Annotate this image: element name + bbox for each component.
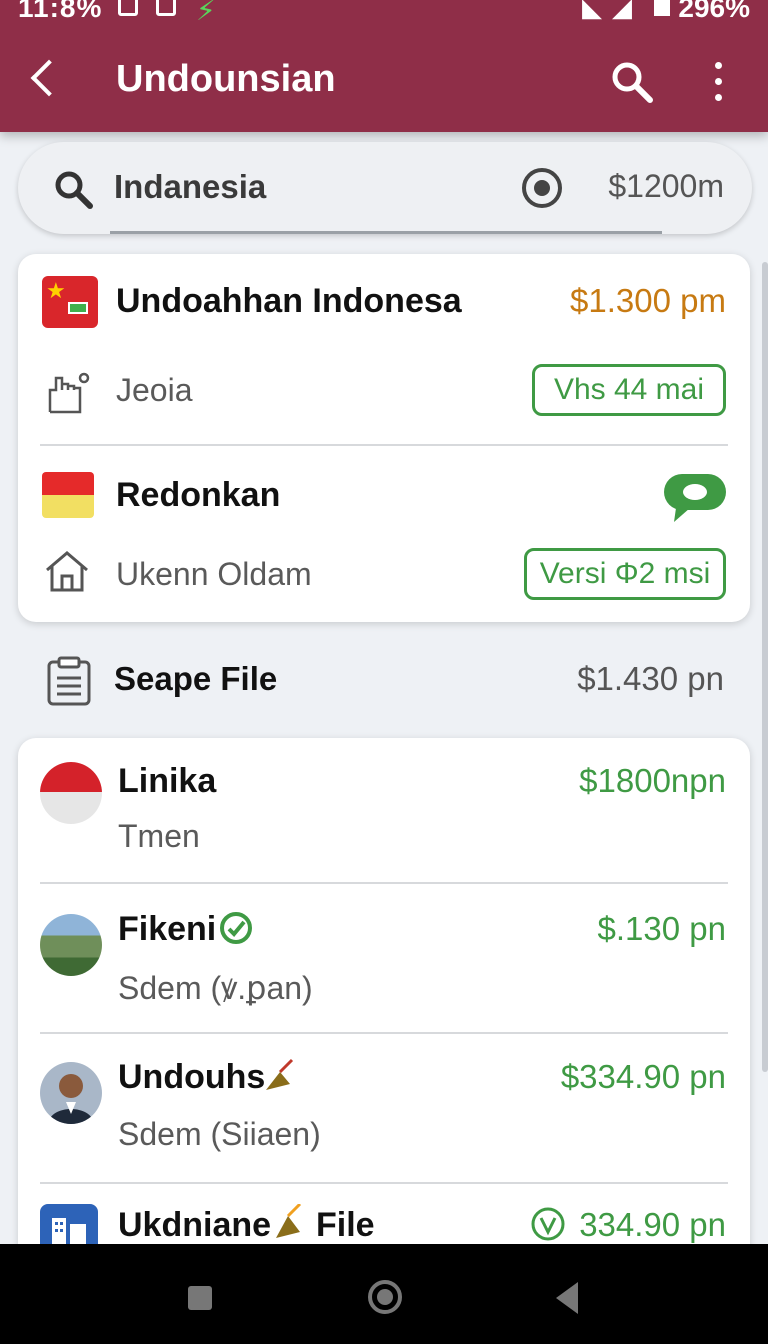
currency-circle-icon bbox=[530, 1206, 566, 1242]
battery-icon bbox=[654, 0, 670, 16]
list-item-subtitle: Sdem (ꝟ.ꝑan) bbox=[118, 970, 313, 1006]
status-battery: 296% bbox=[678, 0, 750, 23]
card-title-2[interactable]: Redonkan bbox=[116, 476, 280, 515]
version-badge-2[interactable]: Versi Φ2 msi bbox=[524, 548, 726, 600]
list-item-subtitle: Tmen bbox=[118, 818, 200, 854]
home-icon bbox=[44, 550, 90, 592]
item-avatar bbox=[40, 914, 102, 976]
search-input[interactable] bbox=[114, 162, 494, 212]
list-item-title-2: File bbox=[316, 1206, 375, 1244]
red-flag-icon: ★ bbox=[42, 276, 98, 328]
app-bar: 11:8% ⚡ ◣ ◢ 296% Undounsian bbox=[0, 0, 768, 132]
search-underline bbox=[110, 231, 662, 234]
search-field-icon bbox=[52, 168, 96, 212]
search-price: $1200m bbox=[608, 168, 724, 204]
divider bbox=[40, 1182, 728, 1184]
status-time: 11:8% bbox=[18, 0, 103, 23]
charging-icon: ⚡ bbox=[196, 0, 216, 26]
party-icon bbox=[262, 1058, 296, 1094]
chat-bubble-icon[interactable] bbox=[662, 472, 728, 524]
divider bbox=[40, 444, 728, 446]
clipboard-icon bbox=[46, 656, 92, 706]
list-item-title[interactable]: Ukdniane bbox=[118, 1206, 271, 1245]
list-item-subtitle: Sdem (Siiaen) bbox=[118, 1116, 321, 1152]
search-bar[interactable]: $1200m bbox=[18, 142, 752, 234]
home-button[interactable] bbox=[368, 1280, 402, 1314]
scrollbar[interactable] bbox=[762, 262, 768, 1072]
list-item-amount: $.130 pn bbox=[597, 910, 726, 947]
wifi-icon: ◣ bbox=[582, 0, 602, 22]
page-title: Undounsian bbox=[116, 58, 336, 100]
section-title[interactable]: Seape File bbox=[114, 660, 277, 698]
signal-icon: ◢ bbox=[612, 0, 632, 22]
item-avatar bbox=[40, 762, 102, 824]
indonesia-flag-icon bbox=[42, 472, 94, 518]
summary-card: ★ Undoahhan Indonesa $1.300 pm Jeoia Vhs… bbox=[18, 254, 750, 622]
list-item-title[interactable]: Linika bbox=[118, 762, 216, 801]
list-item-amount: $334.90 pn bbox=[560, 1058, 726, 1095]
notification-icon-2 bbox=[156, 0, 176, 16]
transactions-card: Linika Tmen $1800npn Fikeni Sdem (ꝟ.ꝑan)… bbox=[18, 738, 750, 1298]
version-badge[interactable]: Vhs 44 mai bbox=[532, 364, 726, 416]
more-options-icon[interactable] bbox=[706, 60, 730, 104]
party-icon-2 bbox=[272, 1202, 306, 1242]
verified-icon bbox=[218, 910, 254, 946]
list-item-amount: $1800npn bbox=[579, 762, 726, 799]
list-item-title[interactable]: Undouhs bbox=[118, 1058, 265, 1097]
nav-back-button[interactable] bbox=[556, 1282, 578, 1314]
hand-icon bbox=[46, 368, 92, 414]
divider bbox=[40, 1032, 728, 1034]
list-item-amount: 334.90 pn bbox=[579, 1206, 726, 1243]
card-amount: $1.300 pm bbox=[570, 282, 726, 319]
location-target-icon[interactable] bbox=[522, 168, 562, 208]
back-icon[interactable] bbox=[22, 56, 66, 106]
card-title[interactable]: Undoahhan Indonesa bbox=[116, 282, 462, 321]
notification-icon bbox=[118, 0, 138, 16]
person-avatar bbox=[40, 1062, 102, 1124]
system-nav-bar bbox=[0, 1244, 768, 1344]
status-bar: 11:8% ⚡ ◣ ◢ 296% bbox=[0, 0, 768, 26]
list-item-title[interactable]: Fikeni bbox=[118, 910, 216, 949]
divider bbox=[40, 882, 728, 884]
card-subtitle: Jeoia bbox=[116, 372, 193, 408]
card-subtitle-2: Ukenn Oldam bbox=[116, 556, 312, 592]
section-amount: $1.430 pn bbox=[577, 660, 724, 697]
search-icon[interactable] bbox=[608, 58, 656, 106]
recents-button[interactable] bbox=[188, 1286, 212, 1310]
